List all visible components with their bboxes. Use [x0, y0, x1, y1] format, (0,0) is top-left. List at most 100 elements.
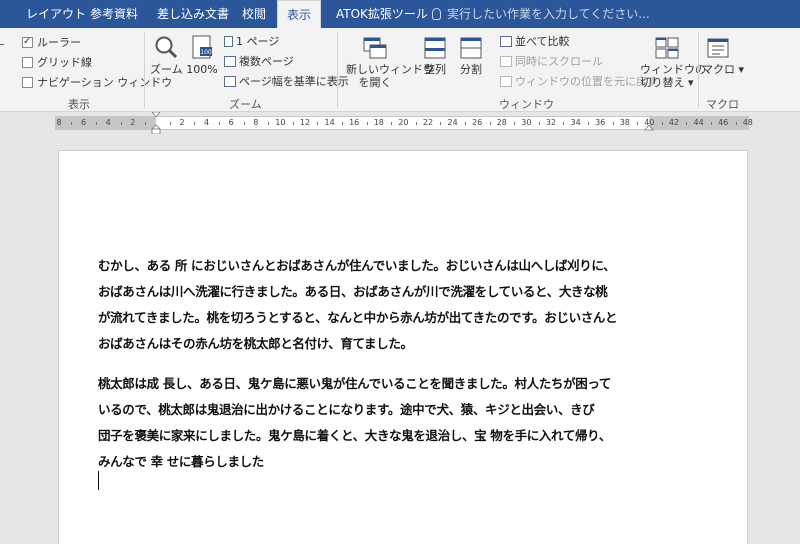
tab-layout[interactable]: レイアウト: [24, 0, 88, 28]
zoom-button[interactable]: ズーム: [150, 34, 183, 76]
ruler-tick-label: 22: [422, 118, 434, 127]
sync-scroll-button[interactable]: 同時にスクロール: [500, 54, 603, 70]
ruler-minor-tick: [317, 122, 319, 125]
tab-overflow-edge: [0, 0, 12, 28]
ruler-tick-label: 6: [81, 118, 87, 127]
text-cursor: [98, 471, 99, 490]
ruler-area: 8 6 4 2 2 4 6 8 10 12 14 16 18 20 22 24 26 28 30 32 34 36 38 40…: [0, 112, 800, 135]
ribbon-tab-bar: レイアウト 参考資料 差し込み文書 校閲 表示 ATOK拡張ツール 実行したい作…: [0, 0, 800, 29]
macro-group-label: マクロ: [706, 98, 739, 111]
ruler-minor-tick: [243, 122, 245, 125]
zoom-100-button[interactable]: 100 100%: [186, 34, 218, 76]
document-body[interactable]: むかし、ある 所 におじいさんとおばあさんが住んでいました。おじいさんは山へしば…: [98, 249, 618, 485]
ruler-minor-tick: [637, 122, 639, 125]
ruler-tick-label: 28: [496, 118, 507, 127]
ruler-minor-tick: [218, 122, 220, 125]
new-window-button[interactable]: 新しいウィンドウ を開く: [346, 36, 434, 89]
ruler-minor-tick: [464, 122, 466, 125]
ruler-tick-label: 30: [521, 118, 532, 127]
ruler-minor-tick: [587, 122, 589, 125]
tab-view[interactable]: 表示: [277, 0, 321, 29]
gridlines-checkbox[interactable]: グリッド線: [22, 56, 92, 70]
side-by-side-icon: [500, 36, 512, 47]
switch-windows-icon: [655, 37, 679, 59]
text-line: みんなで 幸 せに暮らしました: [98, 454, 264, 469]
one-page-button[interactable]: 1 ページ: [224, 34, 279, 50]
ruler-tick-label: 2: [130, 118, 136, 127]
ruler-minor-tick: [489, 122, 491, 125]
ruler-minor-tick: [710, 122, 712, 125]
tell-me-search[interactable]: 実行したい作業を入力してください...: [432, 0, 650, 28]
clipped-left-fragment: [0, 35, 6, 49]
show-group-label: 表示: [68, 98, 90, 111]
ruler-tick-label: 44: [693, 118, 704, 127]
text-line: おばあさんはその赤ん坊を桃太郎と名付け、育てました。: [98, 336, 413, 351]
page-width-icon: [224, 76, 236, 87]
checkbox-box: [22, 77, 33, 88]
ruler-minor-tick: [563, 122, 565, 125]
ruler-tick-label: 34: [570, 118, 581, 127]
ruler-tick-label: 12: [299, 118, 311, 127]
text-line: が流れてきました。桃を切ろうとすると、なんと中から赤ん坊が出てきたのです。おじい…: [98, 310, 618, 325]
page-icon: [224, 36, 233, 47]
ruler-minor-tick: [686, 122, 688, 125]
zoom-group-label: ズーム: [229, 98, 262, 111]
ruler-tick-label: 38: [619, 118, 630, 127]
split-button[interactable]: 分割: [456, 36, 486, 76]
text-line: おばあさんは川へ洗濯に行きました。ある日、おばあさんが川で洗濯をしていると、大き…: [98, 284, 608, 299]
ruler-minor-tick: [169, 122, 171, 125]
ruler-minor-tick: [145, 122, 147, 125]
ruler-checkbox[interactable]: ルーラー: [22, 35, 81, 50]
ruler-tick-label: 2: [179, 118, 185, 127]
ruler-minor-tick: [735, 122, 737, 125]
ruler-tick-label: 4: [204, 118, 210, 127]
ruler-tick-label: 10: [275, 118, 286, 127]
tab-mailings[interactable]: 差し込み文書: [155, 0, 231, 28]
ruler-tick-label: 18: [373, 118, 384, 127]
ruler-tick-label: 26: [472, 118, 483, 127]
indent-markers[interactable]: [151, 112, 161, 136]
paragraph-2: 桃太郎は成 長し、ある日、鬼ケ島に悪い鬼が住んでいることを聞きました。村人たちが…: [98, 367, 612, 471]
horizontal-ruler[interactable]: 8 6 4 2 2 4 6 8 10 12 14 16 18 20 22 24 26 28 30 32 34 36 38 40…: [55, 112, 753, 135]
multi-page-icon: [224, 56, 236, 67]
tab-atok[interactable]: ATOK拡張ツール: [334, 0, 430, 28]
ribbon-view: ルーラー グリッド線 ナビゲーション ウィンドウ 表示 ズーム 100 100%…: [0, 28, 800, 112]
macro-icon: [707, 38, 729, 58]
ruler-minor-tick: [440, 122, 442, 125]
ruler-tick-label: 42: [668, 118, 680, 127]
ruler-tick-label: 46: [718, 118, 729, 127]
lightbulb-icon: [432, 8, 441, 20]
arrange-all-button[interactable]: 整列: [420, 36, 450, 76]
ruler-tick-label: 20: [398, 118, 409, 127]
text-line: 桃太郎は成 長し、ある日、鬼ケ島に悪い鬼が住んでいることを聞きました。村人たちが…: [98, 376, 612, 391]
nav-pane-checkbox[interactable]: ナビゲーション ウィンドウ: [22, 76, 172, 90]
ruler-minor-tick: [292, 122, 294, 125]
page-width-button[interactable]: ページ幅を基準に表示: [224, 74, 349, 90]
tell-me-text: 実行したい作業を入力してください...: [447, 7, 650, 21]
tab-references[interactable]: 参考資料: [88, 0, 140, 28]
ruler-tick-label: 8: [253, 118, 259, 127]
view-side-by-side-button[interactable]: 並べて比較: [500, 34, 570, 50]
reset-window-position-button[interactable]: ウィンドウの位置を元に戻す: [500, 74, 658, 90]
ruler-tick-label: 14: [324, 118, 335, 127]
switch-windows-button[interactable]: ウィンドウの 切り替え ▾: [640, 36, 706, 89]
split-icon: [460, 37, 482, 59]
ruler-tick-label: 6: [228, 118, 234, 127]
group-separator: [337, 32, 338, 108]
new-window-icon: [363, 37, 387, 59]
reset-position-icon: [500, 76, 512, 87]
ruler-minor-tick: [268, 122, 270, 125]
group-separator: [144, 32, 145, 108]
magnifier-icon: [155, 36, 178, 59]
ruler-minor-tick: [71, 122, 73, 125]
multiple-pages-button[interactable]: 複数ページ: [224, 54, 294, 70]
text-line: いるので、桃太郎は鬼退治に出かけることになります。途中で犬、猿、キジと出会い、き…: [98, 402, 595, 417]
paragraph-1: むかし、ある 所 におじいさんとおばあさんが住んでいました。おじいさんは山へしば…: [98, 249, 618, 353]
ruler-minor-tick: [538, 122, 540, 125]
ruler-tick-label: 24: [447, 118, 458, 127]
ruler-minor-tick: [95, 122, 97, 125]
svg-text:100: 100: [200, 49, 212, 56]
tab-review[interactable]: 校閲: [240, 0, 268, 28]
ruler-tick-label: 36: [595, 118, 606, 127]
macros-button[interactable]: マクロ ▾: [702, 36, 744, 76]
